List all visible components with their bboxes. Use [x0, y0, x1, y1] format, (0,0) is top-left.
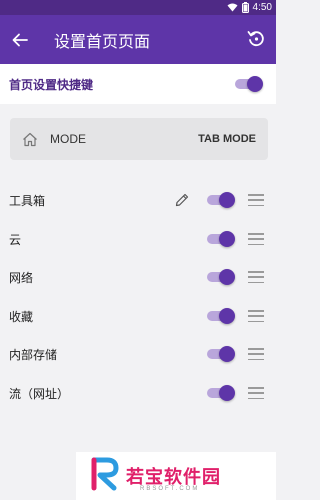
- shortcut-toggle[interactable]: [233, 76, 263, 92]
- shortcut-setting-row[interactable]: 首页设置快捷键: [0, 64, 276, 104]
- watermark-logo: [90, 457, 120, 495]
- item-toggle[interactable]: [205, 231, 235, 247]
- app-bar: 设置首页页面: [0, 15, 276, 64]
- list-item[interactable]: 流（网址）: [0, 374, 276, 412]
- list-item[interactable]: 收藏: [0, 297, 276, 335]
- item-label: 收藏: [9, 309, 34, 324]
- battery-icon: [241, 2, 249, 13]
- item-label: 云: [9, 232, 22, 247]
- item-label: 工具箱: [9, 193, 46, 208]
- page-title: 设置首页页面: [54, 31, 151, 51]
- list-item[interactable]: 内部存储: [0, 335, 276, 373]
- item-toggle[interactable]: [205, 269, 235, 285]
- mode-label: MODE: [50, 132, 86, 146]
- mode-selector[interactable]: MODE TAB MODE: [10, 118, 268, 160]
- watermark: 若宝软件园 RBSOFT.COM: [76, 452, 276, 500]
- list-item[interactable]: 云: [0, 220, 276, 258]
- item-label: 流（网址）: [9, 386, 70, 401]
- home-icon: [22, 132, 38, 147]
- drag-handle-icon[interactable]: [248, 194, 264, 206]
- drag-handle-icon[interactable]: [248, 348, 264, 360]
- mode-value: TAB MODE: [198, 133, 256, 145]
- list-item[interactable]: 网络: [0, 258, 276, 296]
- watermark-subtext: RBSOFT.COM: [140, 486, 200, 492]
- pencil-icon[interactable]: [174, 192, 190, 208]
- wifi-icon: [227, 3, 238, 12]
- drag-handle-icon[interactable]: [248, 271, 264, 283]
- drag-handle-icon[interactable]: [248, 387, 264, 399]
- list-item[interactable]: 工具箱: [0, 181, 276, 219]
- item-toggle[interactable]: [205, 308, 235, 324]
- arrow-left-icon[interactable]: [2, 15, 38, 64]
- drag-handle-icon[interactable]: [248, 233, 264, 245]
- status-time: 4:50: [252, 2, 272, 13]
- shortcut-label: 首页设置快捷键: [9, 77, 94, 92]
- item-label: 网络: [9, 270, 34, 285]
- restore-icon[interactable]: [242, 25, 270, 53]
- status-bar: 4:50: [0, 0, 276, 15]
- item-label: 内部存储: [9, 347, 58, 362]
- item-toggle[interactable]: [205, 346, 235, 362]
- item-toggle[interactable]: [205, 385, 235, 401]
- item-toggle[interactable]: [205, 192, 235, 208]
- drag-handle-icon[interactable]: [248, 310, 264, 322]
